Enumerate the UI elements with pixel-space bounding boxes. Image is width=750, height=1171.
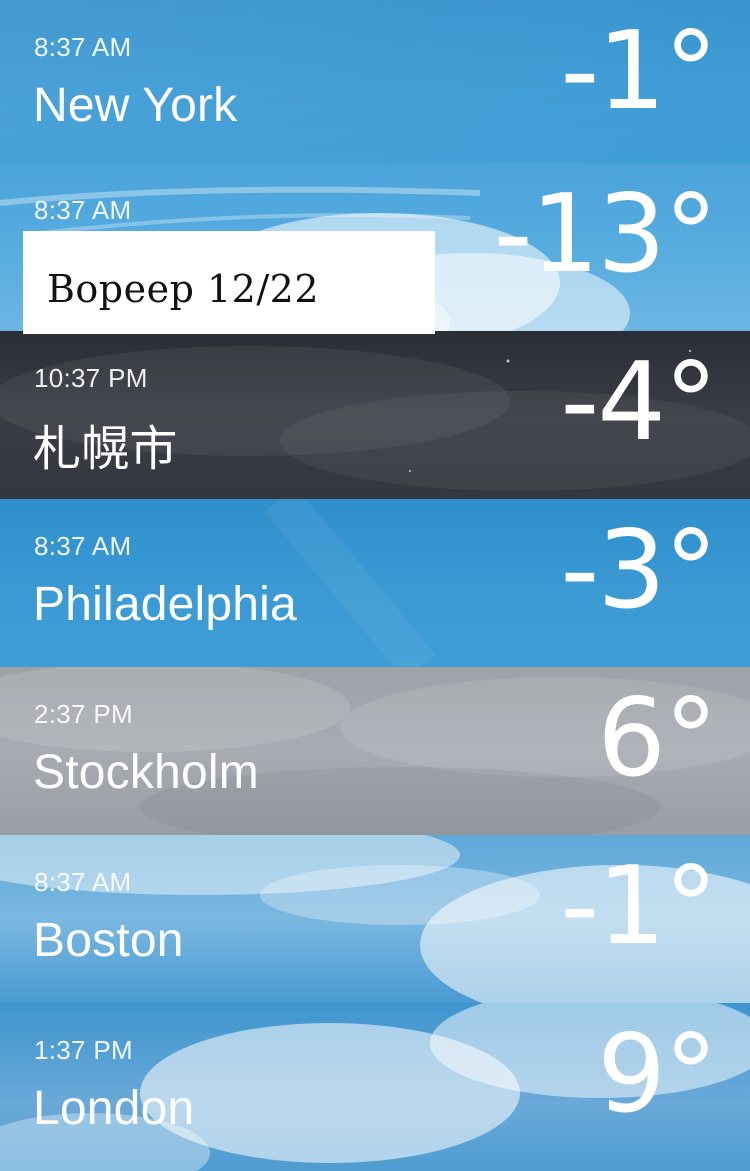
city-row-london[interactable]: 1:37 PM London 9° [0, 1003, 750, 1171]
city-row-sapporo[interactable]: 10:37 PM 札幌市 -4° [0, 331, 750, 499]
temperature: -1° [560, 9, 718, 134]
redaction-label: Bopeep 12/22 [23, 231, 435, 334]
local-time: 10:37 PM [34, 363, 148, 393]
city-name: 札幌市 [33, 423, 178, 476]
label-text: Bopeep 12/22 [47, 267, 320, 311]
temperature: 9° [597, 1012, 718, 1137]
city-name: Boston [33, 914, 184, 967]
temperature: 6° [597, 676, 718, 801]
city-weather-list: 8:37 AM New York -1° 8:37 AM -13° 10:37 … [0, 0, 750, 1171]
local-time: 8:37 AM [34, 531, 132, 561]
local-time: 8:37 AM [34, 867, 132, 897]
local-time: 2:37 PM [34, 699, 133, 729]
city-name: New York [33, 79, 238, 132]
city-row-boston[interactable]: 8:37 AM Boston -1° [0, 835, 750, 1003]
city-row-new-york[interactable]: 8:37 AM New York -1° [0, 0, 750, 168]
city-row-stockholm[interactable]: 2:37 PM Stockholm 6° [0, 667, 750, 835]
temperature: -1° [560, 844, 718, 969]
city-name: London [33, 1082, 195, 1135]
temperature: -13° [493, 172, 718, 297]
local-time: 1:37 PM [34, 1035, 133, 1065]
local-time: 8:37 AM [34, 195, 132, 225]
city-name: Stockholm [33, 746, 259, 799]
city-row-philadelphia[interactable]: 8:37 AM Philadelphia -3° [0, 499, 750, 667]
temperature: -4° [560, 340, 718, 465]
temperature: -3° [560, 508, 718, 633]
local-time: 8:37 AM [34, 32, 132, 62]
city-name: Philadelphia [33, 578, 297, 631]
